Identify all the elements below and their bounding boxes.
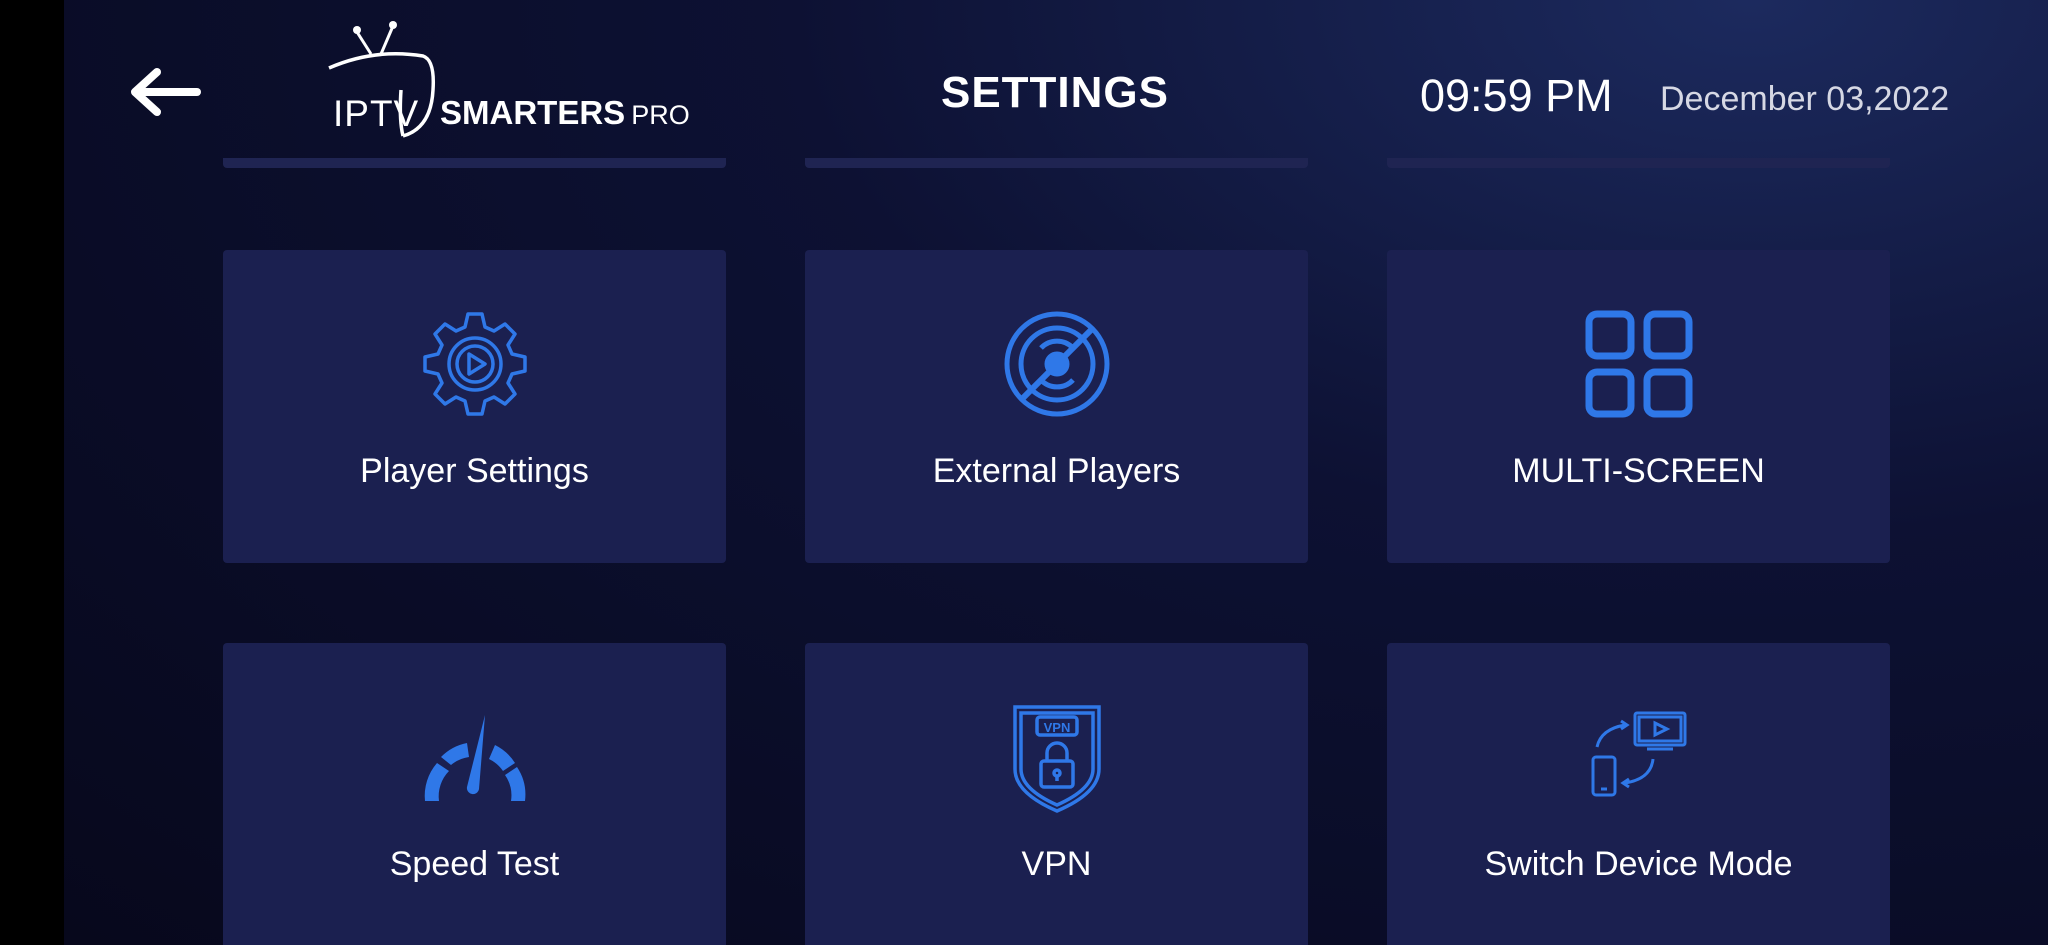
- date: December 03,2022: [1660, 80, 1950, 118]
- iptv-smarters-pro-logo: IPTV SMARTERS PRO: [265, 20, 725, 140]
- tile-label: Player Settings: [360, 452, 589, 490]
- tile-switch-device-mode[interactable]: Switch Device Mode: [1387, 643, 1890, 945]
- gear-play-icon: [422, 312, 527, 416]
- logo-smarters-text: SMARTERS PRO: [440, 94, 690, 132]
- disc-off-icon: [1004, 311, 1109, 417]
- tile-speed-test[interactable]: Speed Test: [223, 643, 726, 945]
- back-button[interactable]: [125, 62, 205, 122]
- tile-stub[interactable]: [805, 158, 1308, 168]
- tile-label: Switch Device Mode: [1484, 845, 1793, 883]
- tile-label: VPN: [1021, 845, 1092, 883]
- tile-label: MULTI-SCREEN: [1512, 452, 1765, 490]
- tile-stub[interactable]: [223, 158, 726, 168]
- tile-external-players[interactable]: External Players: [805, 250, 1308, 563]
- tile-label: Speed Test: [389, 845, 560, 883]
- left-edge-bar: [0, 0, 64, 945]
- vpn-shield-lock-icon: VPN: [1012, 705, 1101, 813]
- arrow-left-icon: [131, 68, 201, 116]
- logo-smarters-word: SMARTERS: [440, 94, 626, 131]
- grid-icon: [1585, 310, 1692, 418]
- page-title: SETTINGS: [940, 68, 1170, 117]
- logo-iptv-text: IPTV: [333, 93, 420, 134]
- svg-text:VPN: VPN: [1043, 720, 1070, 735]
- tile-multi-screen[interactable]: MULTI-SCREEN: [1387, 250, 1890, 563]
- clock: 09:59 PM: [1420, 70, 1613, 121]
- tile-label: External Players: [932, 452, 1181, 490]
- device-switch-icon: [1591, 711, 1686, 797]
- tile-stub[interactable]: [1387, 158, 1890, 168]
- tile-player-settings[interactable]: Player Settings: [223, 250, 726, 563]
- logo-pro-text: PRO: [631, 100, 690, 130]
- tile-vpn[interactable]: VPN VPN: [805, 643, 1308, 945]
- speedometer-icon: [424, 715, 525, 801]
